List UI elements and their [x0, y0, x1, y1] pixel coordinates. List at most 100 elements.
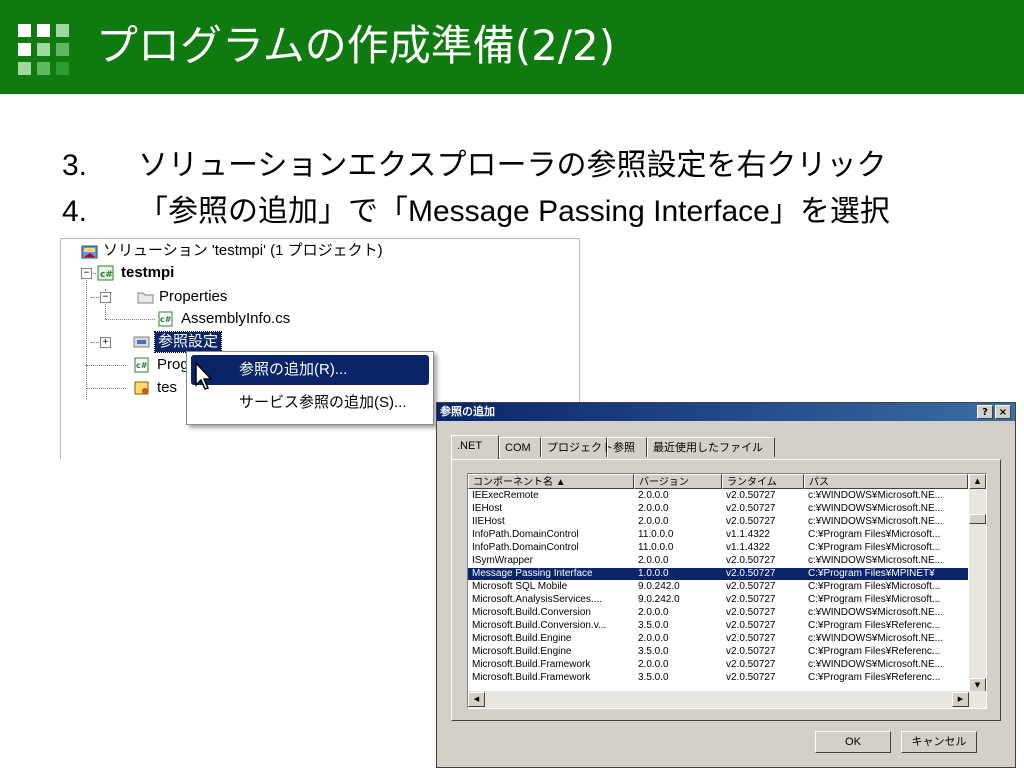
cell-name: Microsoft.Build.Conversion.v...: [472, 620, 607, 631]
svg-text:c#: c#: [160, 315, 172, 324]
expand-icon[interactable]: +: [100, 337, 111, 348]
collapse-icon[interactable]: −: [100, 292, 111, 303]
cell-path: C:¥Program Files¥Microsoft...: [808, 529, 941, 540]
table-row[interactable]: Microsoft.Build.Engine 3.5.0.0 v2.0.50727 C…: [468, 646, 968, 658]
cell-name: Microsoft SQL Mobile: [472, 581, 568, 592]
cell-name: ISymWrapper: [472, 555, 533, 566]
cancel-button[interactable]: キャンセル: [901, 731, 977, 753]
cell-runtime: v2.0.50727: [726, 659, 776, 670]
program-label: Prog: [157, 356, 189, 373]
cell-name: InfoPath.DomainControl: [472, 542, 579, 553]
cell-version: 3.5.0.0: [638, 672, 669, 683]
table-row[interactable]: Microsoft.Build.Conversion 2.0.0.0 v2.0.50…: [468, 607, 968, 619]
svg-text:c#: c#: [100, 270, 113, 280]
cell-path: c:¥WINDOWS¥Microsoft.NE...: [808, 555, 944, 566]
cell-name: Microsoft.Build.Framework: [472, 672, 591, 683]
cell-runtime: v2.0.50727: [726, 594, 776, 605]
ok-button[interactable]: OK: [815, 731, 891, 753]
cell-path: c:¥WINDOWS¥Microsoft.NE...: [808, 607, 944, 618]
table-row[interactable]: IEHost 2.0.0.0 v2.0.50727 c:¥WINDOWS¥Micros…: [468, 503, 968, 515]
cell-runtime: v2.0.50727: [726, 633, 776, 644]
references-label[interactable]: 参照設定: [153, 331, 223, 353]
cell-version: 2.0.0.0: [638, 555, 669, 566]
table-row[interactable]: InfoPath.DomainControl 11.0.0.0 v1.1.4322 C…: [468, 542, 968, 554]
cell-path: c:¥WINDOWS¥Microsoft.NE...: [808, 516, 944, 527]
table-row[interactable]: InfoPath.DomainControl 11.0.0.0 v1.1.4322 C…: [468, 529, 968, 541]
component-list[interactable]: コンポーネント名 ▲ バージョン ランタイム パス IEExecRemote 2.…: [467, 473, 987, 709]
add-reference-dialog: 参照の追加 ? × .NET COM プロジェクト 参照 最近使用したファイル …: [436, 402, 1016, 768]
collapse-icon[interactable]: −: [81, 268, 92, 279]
references-icon: [133, 334, 150, 350]
menu-item-add-reference[interactable]: 参照の追加(R)...: [191, 355, 429, 385]
menu-item-label: サービス参照の追加(S)...: [239, 394, 407, 411]
cell-runtime: v1.1.4322: [726, 529, 770, 540]
cell-runtime: v2.0.50727: [726, 620, 776, 631]
cell-path: C:¥Program Files¥Referenc...: [808, 620, 941, 631]
scroll-left-icon[interactable]: ◀: [468, 692, 485, 707]
table-row[interactable]: Microsoft SQL Mobile 9.0.242.0 v2.0.50727 C…: [468, 581, 968, 593]
table-row[interactable]: Microsoft.Build.Framework 3.5.0.0 v2.0.507…: [468, 672, 968, 684]
column-header-runtime[interactable]: ランタイム: [722, 474, 804, 489]
table-row[interactable]: Microsoft.Build.Framework 2.0.0.0 v2.0.507…: [468, 659, 968, 671]
csharp-file-icon: c#: [133, 357, 150, 373]
csharp-project-icon: c#: [97, 265, 114, 281]
cell-name: Microsoft.Build.Framework: [472, 659, 591, 670]
vertical-scrollbar[interactable]: ▲ ▼: [969, 474, 986, 693]
table-row[interactable]: IEExecRemote 2.0.0.0 v2.0.50727 c:¥WINDOWS¥…: [468, 490, 968, 502]
horizontal-scrollbar[interactable]: ◀ ▶: [468, 691, 986, 708]
solution-label: ソリューション 'testmpi' (1 プロジェクト): [103, 242, 383, 259]
table-row[interactable]: Message Passing Interface 1.0.0.0 v2.0.507…: [468, 568, 968, 580]
table-row[interactable]: Microsoft.Build.Conversion.v... 3.5.0.0 v2…: [468, 620, 968, 632]
table-row[interactable]: Microsoft.Build.Engine 2.0.0.0 v2.0.50727 c…: [468, 633, 968, 645]
svg-text:c#: c#: [136, 361, 148, 370]
cell-path: C:¥Program Files¥MPINET¥: [808, 568, 935, 579]
dialog-title: 参照の追加: [440, 406, 495, 418]
cell-path: C:¥Program Files¥Referenc...: [808, 646, 941, 657]
tab-project[interactable]: プロジェクト: [541, 437, 613, 457]
scroll-right-icon[interactable]: ▶: [952, 692, 969, 707]
cell-path: C:¥Program Files¥Referenc...: [808, 672, 941, 683]
step-3: 3. ソリューションエクスプローラの参照設定を右クリック: [62, 140, 887, 184]
project-label: testmpi: [121, 264, 175, 281]
cell-runtime: v2.0.50727: [726, 646, 776, 657]
step-number: 3.: [62, 149, 88, 182]
cell-name: IIEHost: [472, 516, 505, 527]
cell-path: C:¥Program Files¥Microsoft...: [808, 581, 941, 592]
cell-path: c:¥WINDOWS¥Microsoft.NE...: [808, 503, 944, 514]
tab-com[interactable]: COM: [499, 437, 541, 457]
solution-icon: [81, 244, 98, 260]
scroll-thumb[interactable]: [969, 514, 986, 524]
tab-dotnet[interactable]: .NET: [451, 435, 499, 459]
step-text: 「参照の追加」で「Message Passing Interface」を選択: [138, 195, 890, 228]
cell-version: 2.0.0.0: [638, 503, 669, 514]
cell-version: 2.0.0.0: [638, 633, 669, 644]
menu-item-add-service-reference[interactable]: サービス参照の追加(S)...: [191, 388, 429, 418]
column-header-name[interactable]: コンポーネント名 ▲: [468, 474, 634, 489]
slide-title: プログラムの作成準備(2/2): [96, 21, 616, 70]
tab-recent[interactable]: 最近使用したファイル: [647, 437, 775, 457]
close-button[interactable]: ×: [995, 405, 1011, 419]
scroll-up-icon[interactable]: ▲: [969, 474, 986, 489]
cell-version: 2.0.0.0: [638, 490, 669, 501]
cell-name: Microsoft.AnalysisServices....: [472, 594, 603, 605]
cell-path: c:¥WINDOWS¥Microsoft.NE...: [808, 633, 944, 644]
table-row[interactable]: IIEHost 2.0.0.0 v2.0.50727 c:¥WINDOWS¥Micro…: [468, 516, 968, 528]
cell-version: 11.0.0.0: [638, 542, 674, 553]
cell-runtime: v2.0.50727: [726, 490, 776, 501]
cell-name: Microsoft.Build.Engine: [472, 646, 572, 657]
cell-version: 2.0.0.0: [638, 659, 669, 670]
table-row[interactable]: ISymWrapper 2.0.0.0 v2.0.50727 c:¥WINDOWS¥M…: [468, 555, 968, 567]
dialog-titlebar: 参照の追加: [437, 403, 1015, 421]
list-header: コンポーネント名 ▲ バージョン ランタイム パス: [468, 474, 968, 489]
menu-item-label: 参照の追加(R)...: [239, 361, 348, 378]
column-header-path[interactable]: パス: [804, 474, 968, 489]
column-header-version[interactable]: バージョン: [634, 474, 722, 489]
tab-browse[interactable]: 参照: [607, 437, 647, 457]
table-row[interactable]: Microsoft.AnalysisServices.... 9.0.242.0 v…: [468, 594, 968, 606]
cell-name: InfoPath.DomainControl: [472, 529, 579, 540]
cell-version: 3.5.0.0: [638, 646, 669, 657]
cell-runtime: v1.1.4322: [726, 542, 770, 553]
cell-version: 1.0.0.0: [638, 568, 669, 579]
help-button[interactable]: ?: [977, 405, 993, 419]
cell-version: 3.5.0.0: [638, 620, 669, 631]
